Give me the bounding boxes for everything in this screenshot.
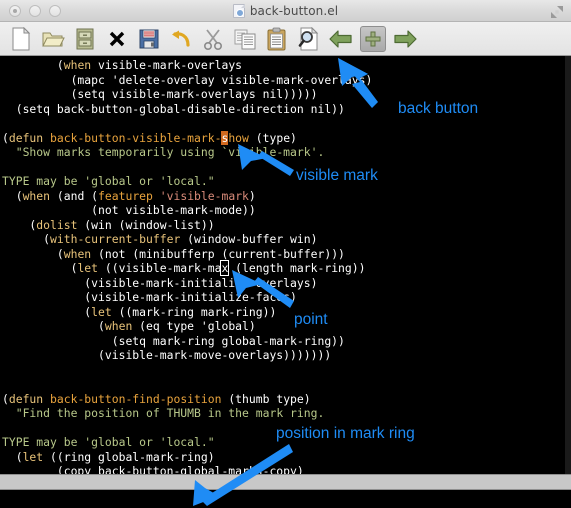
mode-line: U:**- back-button.el 84% L11 (Emacs-Lisp… <box>0 474 571 490</box>
echo-area: global marks ............⊙... <box>0 490 571 508</box>
buffer-line: (setq back-button-global-disable-directi… <box>2 101 345 116</box>
buffer-line: TYPE may be 'global or 'local." <box>2 174 215 189</box>
buffer-line: (with-current-buffer (window-buffer win) <box>2 232 318 247</box>
buffer-line <box>2 377 565 392</box>
buffer-line: (when visible-mark-overlays <box>2 58 243 72</box>
buffer-line: (dolist (win (window-list)) <box>2 217 215 232</box>
buffer-line: (let ((visible-mark-max (length mark-rin… <box>2 260 366 277</box>
buffer-line: (defun back-button-visible-mark-show (ty… <box>2 130 297 145</box>
buffer-line: (visible-mark-initialize-overlays) <box>2 275 318 290</box>
buffer-line: (defun back-button-find-position (thumb … <box>2 391 311 406</box>
title-bar: back-button.el <box>0 0 571 22</box>
expand-arrows-icon[interactable] <box>550 4 564 18</box>
buffer-line: (let ((mark-ring mark-ring)) <box>2 304 277 319</box>
annotation-point: point <box>294 311 328 328</box>
buffer-line: (let ((ring global-mark-ring) <box>2 449 215 464</box>
scrollbar[interactable] <box>565 56 571 474</box>
elisp-file-icon <box>232 3 245 18</box>
buffer-line <box>2 160 565 175</box>
buffer-line: (not visible-mark-mode)) <box>2 203 256 218</box>
minimize-window-button[interactable] <box>29 4 41 17</box>
emacs-window: back-button.el (when visible-mark-overla… <box>0 0 571 508</box>
close-window-button[interactable] <box>9 4 21 17</box>
new-file-icon[interactable] <box>8 26 34 52</box>
file-cabinet-icon[interactable] <box>72 26 98 52</box>
annotation-visible-mark: visible mark <box>296 167 378 184</box>
zoom-window-button[interactable] <box>49 4 61 17</box>
buffer-line: (mapc 'delete-overlay visible-mark-overl… <box>2 72 373 87</box>
green-right-arrow-icon[interactable] <box>392 26 418 52</box>
annotation-position-in-mark-ring: position in mark ring <box>276 425 415 442</box>
magnifier-page-icon[interactable] <box>296 26 322 52</box>
title-center: back-button.el <box>0 3 571 18</box>
buffer-text[interactable]: (when visible-mark-overlays (mapc 'delet… <box>0 56 565 474</box>
toolbar <box>0 22 571 56</box>
copy-pages-icon[interactable] <box>232 26 258 52</box>
buffer-line: (when (eq type 'global) <box>2 319 256 334</box>
scissors-icon[interactable] <box>200 26 226 52</box>
close-x-icon[interactable] <box>104 26 130 52</box>
clipboard-icon[interactable] <box>264 26 290 52</box>
window-controls <box>9 4 61 17</box>
buffer-line <box>2 116 565 131</box>
buffer-line: (visible-mark-initialize-faces) <box>2 290 297 305</box>
plus-mark-icon[interactable] <box>360 25 386 52</box>
buffer-line: (copy back-button-global-marks-copy) <box>2 464 304 474</box>
buffer-line: (setq visible-mark-overlays nil))))) <box>2 87 318 102</box>
open-folder-icon[interactable] <box>40 26 66 52</box>
annotation-back-button: back button <box>398 100 479 117</box>
green-left-arrow-icon[interactable] <box>328 26 354 52</box>
buffer-line: (setq mark-ring global-mark-ring)) <box>2 333 345 348</box>
buffer-line: (when (and (featurep 'visible-mark) <box>2 188 256 203</box>
buffer-line: (when (not (minibufferp (current-buffer)… <box>2 246 345 261</box>
buffer-line: "Show marks temporarily using `visible-m… <box>15 145 325 160</box>
buffer-line: "Find the position of THUMB in the mark … <box>15 406 325 421</box>
floppy-save-icon[interactable] <box>136 26 162 52</box>
undo-arrow-icon[interactable] <box>168 26 194 52</box>
window-title: back-button.el <box>249 3 339 18</box>
buffer-line <box>2 363 565 378</box>
buffer-line: (visible-mark-move-overlays))))))) <box>2 348 332 363</box>
